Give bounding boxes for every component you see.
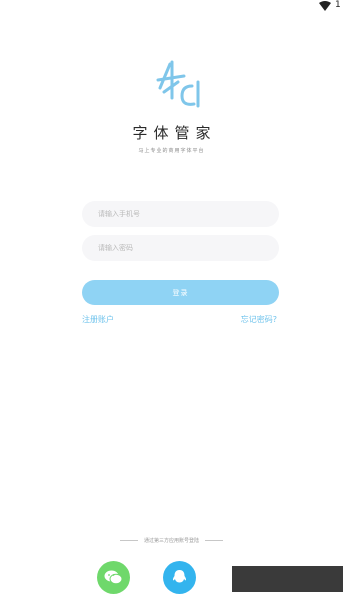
app-slogan: 马上专业的商用字体平台 [138, 148, 205, 154]
divider-line-right [205, 540, 223, 541]
app-title: 字体管家 [132, 124, 217, 142]
third-party-divider: 通过第三方应用账号登陆 [0, 537, 343, 544]
app-logo [156, 60, 200, 108]
third-party-label: 通过第三方应用账号登陆 [143, 538, 199, 544]
password-input[interactable]: 请输入密码 [82, 235, 279, 261]
dark-overlay [232, 566, 343, 592]
login-button[interactable]: 登录 [82, 280, 279, 305]
forgot-password-link[interactable]: 忘记密码? [241, 314, 277, 325]
wechat-icon [104, 570, 123, 585]
status-time: 1 [335, 0, 341, 10]
phone-input[interactable]: 请输入手机号 [82, 201, 279, 227]
register-link[interactable]: 注册账户 [82, 314, 114, 325]
divider-line-left [119, 540, 138, 541]
wechat-login-button[interactable] [97, 561, 130, 594]
qq-icon [172, 570, 187, 583]
qq-login-button[interactable] [163, 561, 196, 594]
password-placeholder: 请输入密码 [98, 244, 133, 252]
status-bar: 1 [0, 0, 343, 14]
login-button-label: 登录 [172, 288, 189, 297]
wifi-icon [319, 1, 331, 11]
phone-placeholder: 请输入手机号 [98, 210, 140, 218]
